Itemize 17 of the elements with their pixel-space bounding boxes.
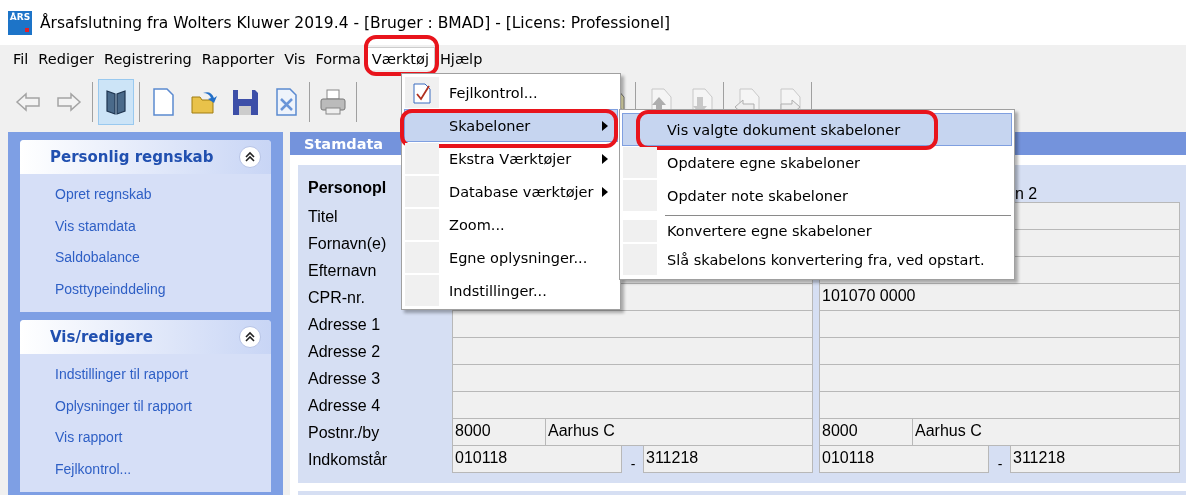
- field-label: Indkomstår: [308, 449, 389, 470]
- field-label: Postnr./by: [308, 422, 381, 443]
- app-icon: ÅRS: [8, 10, 32, 35]
- window-title: Årsafslutning fra Wolters Kluwer 2019.4 - [Bruger : BMAD] - [Licens: Professionel]: [40, 13, 671, 32]
- field-label: Adresse 1: [308, 314, 382, 335]
- panel-title: Vis/redigere: [50, 328, 153, 346]
- field-label: CPR-nr.: [308, 287, 366, 308]
- section-heading: Personopl: [308, 178, 388, 198]
- field-label: Adresse 3: [308, 368, 382, 389]
- range-dash: -: [996, 455, 1004, 473]
- field-label: Adresse 2: [308, 341, 382, 362]
- field-label: Fornavn(e): [308, 233, 388, 254]
- field-label: Titel: [308, 206, 339, 227]
- panel-title: Personlig regnskab: [50, 148, 214, 166]
- field-label: Adresse 4: [308, 395, 382, 416]
- range-dash: -: [629, 455, 637, 473]
- field-label: Efternavn: [308, 260, 378, 281]
